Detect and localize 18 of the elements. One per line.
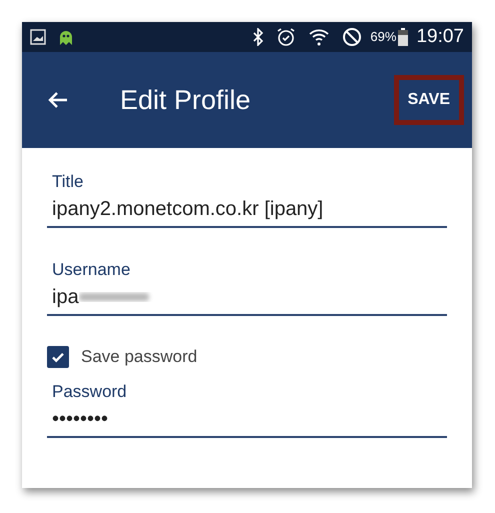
image-icon xyxy=(30,29,46,45)
do-not-disturb-icon xyxy=(342,27,362,47)
screen-title: Edit Profile xyxy=(120,84,252,117)
wifi-icon xyxy=(308,27,330,47)
bluetooth-icon xyxy=(252,28,264,46)
alarm-icon xyxy=(276,27,296,47)
field-label: Username xyxy=(52,260,132,280)
field-label: Password xyxy=(52,382,128,402)
checkbox-label: Save password xyxy=(81,346,198,368)
checkbox[interactable] xyxy=(47,346,69,368)
battery-icon xyxy=(398,28,408,46)
clock: 19:07 xyxy=(416,24,464,49)
battery-percent: 69% xyxy=(370,28,396,46)
save-button[interactable]: SAVE xyxy=(394,75,464,125)
field-label: Title xyxy=(52,172,84,192)
input-field[interactable]: ipa xyxy=(47,280,447,316)
input-field[interactable]: •••••••• xyxy=(47,402,447,438)
input-field[interactable]: ipany2.monetcom.co.kr [ipany] xyxy=(47,192,447,228)
